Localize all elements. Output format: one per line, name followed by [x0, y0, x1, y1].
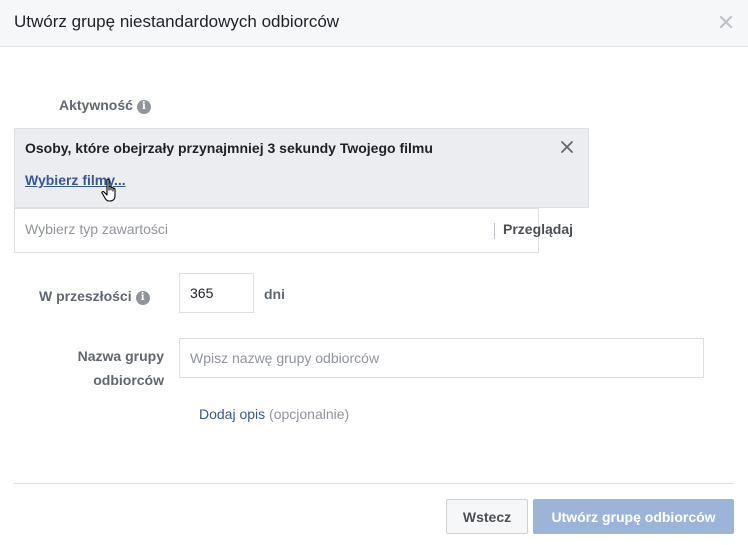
browse-button[interactable]: Przeglądaj — [503, 221, 573, 237]
add-description: Dodaj opis (opcjonalnie) — [199, 406, 349, 422]
content-type-field — [14, 208, 539, 253]
audience-name-input[interactable] — [179, 338, 704, 378]
activity-label: Aktywność i — [59, 97, 151, 114]
retention-unit: dni — [264, 286, 285, 302]
selected-activity-text: Osoby, które obejrzały przynajmniej 3 se… — [25, 140, 433, 156]
dialog-header: Utwórz grupę niestandardowych odbiorców — [0, 0, 748, 47]
content-type-input[interactable] — [25, 221, 485, 237]
dialog-title: Utwórz grupę niestandardowych odbiorców — [14, 12, 340, 31]
back-button[interactable]: Wstecz — [446, 499, 528, 534]
audience-name-label-line2: odbiorców — [93, 372, 164, 388]
info-icon[interactable]: i — [136, 100, 151, 114]
retention-days-input[interactable] — [179, 273, 254, 313]
retention-label: W przeszłości i — [39, 288, 150, 305]
optional-note: (opcjonalnie) — [269, 406, 350, 422]
retention-label-text: W przeszłości — [39, 288, 132, 304]
audience-name-label-line1: Nazwa grupy — [77, 348, 164, 364]
add-description-link[interactable]: Dodaj opis — [199, 406, 265, 422]
activity-label-text: Aktywność — [59, 97, 133, 113]
audience-name-label: Nazwa grupy odbiorców — [60, 344, 164, 392]
close-icon[interactable] — [718, 14, 734, 30]
info-icon[interactable]: i — [135, 291, 150, 305]
close-icon[interactable] — [560, 140, 574, 154]
create-audience-button[interactable]: Utwórz grupę odbiorców — [533, 499, 734, 534]
footer-divider — [14, 483, 734, 484]
custom-audience-dialog: Utwórz grupę niestandardowych odbiorców … — [0, 0, 748, 545]
field-divider — [494, 223, 495, 239]
hand-cursor-icon — [101, 178, 116, 202]
